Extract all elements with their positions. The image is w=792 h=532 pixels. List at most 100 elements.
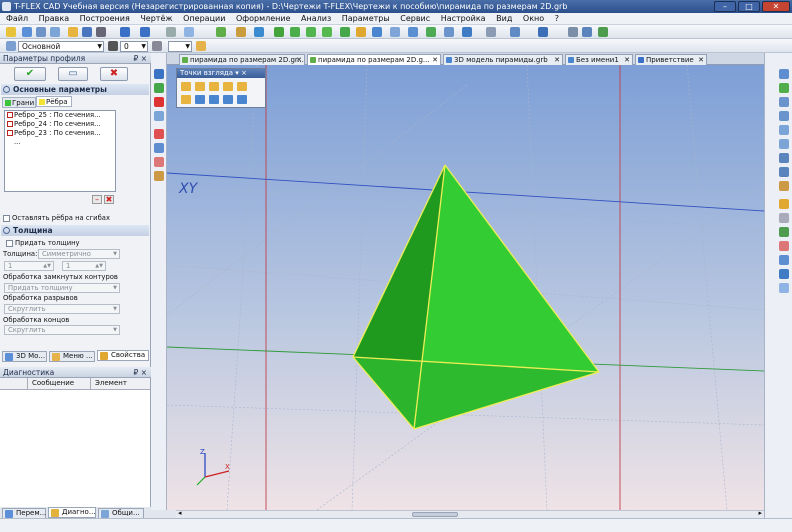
doc-tab-5[interactable]: Приветствие ✕ xyxy=(635,54,707,65)
render-icon[interactable] xyxy=(598,27,608,37)
menu-annotation[interactable]: Оформление xyxy=(236,14,291,23)
view-back-icon[interactable] xyxy=(195,82,205,91)
array-icon[interactable] xyxy=(390,27,400,37)
save-icon[interactable] xyxy=(82,27,92,37)
light-icon[interactable] xyxy=(779,269,789,279)
list-more[interactable]: ... xyxy=(5,138,115,147)
scroll-right-icon[interactable]: ▸ xyxy=(758,509,762,517)
library-icon[interactable] xyxy=(568,27,578,37)
zoom-prev-icon[interactable] xyxy=(779,153,789,163)
vertex-icon[interactable] xyxy=(154,157,164,167)
doc-tab-3[interactable]: 3D модель пирамиды.grb ✕ xyxy=(443,54,563,65)
new-3d-icon[interactable] xyxy=(36,27,46,37)
column-element[interactable]: Элемент xyxy=(90,378,127,389)
open-icon[interactable] xyxy=(68,27,78,37)
remove-icon[interactable]: – xyxy=(92,195,102,204)
fillet-icon[interactable] xyxy=(356,27,366,37)
line-icon[interactable] xyxy=(166,27,176,37)
zoom-in-icon[interactable] xyxy=(779,97,789,107)
edges-list[interactable]: Ребро_25 : По сечения... Ребро_24 : По с… xyxy=(4,110,116,192)
close-icon[interactable]: ✕ xyxy=(698,55,704,65)
zoom-window-icon[interactable] xyxy=(779,69,789,79)
minimize-button[interactable]: – xyxy=(714,1,736,12)
body-icon[interactable] xyxy=(426,27,436,37)
menu-help[interactable]: ? xyxy=(555,14,559,23)
scroll-thumb[interactable] xyxy=(412,512,458,517)
list-item[interactable]: Ребро_23 : По сечения... xyxy=(5,129,115,138)
camera-icon[interactable] xyxy=(779,283,789,293)
tab-edges[interactable]: Рёбра xyxy=(36,96,72,107)
cancel-button[interactable]: ✖ xyxy=(100,67,128,81)
body-select-icon[interactable] xyxy=(154,171,164,181)
view-iso3-icon[interactable] xyxy=(223,95,233,104)
keep-edges-checkbox[interactable] xyxy=(3,215,10,222)
hidden-lines-icon[interactable] xyxy=(779,227,789,237)
pan-icon[interactable] xyxy=(779,83,789,93)
close-icon[interactable]: ✕ xyxy=(432,55,438,65)
new-document-icon[interactable] xyxy=(22,27,32,37)
model-icon[interactable] xyxy=(582,27,592,37)
closed-contours-select[interactable]: Придать толщину ▼ xyxy=(4,283,120,293)
maximize-button[interactable]: □ xyxy=(738,1,760,12)
cancel-op-icon[interactable] xyxy=(154,97,164,107)
new-icon[interactable] xyxy=(6,27,16,37)
zoom-next-icon[interactable] xyxy=(779,167,789,177)
thickness-2-input[interactable]: 1 ▲▼ xyxy=(62,261,106,271)
layer-select[interactable]: Основной ▼ xyxy=(18,41,104,52)
thickness-section[interactable]: ˄ Толщина xyxy=(1,225,149,236)
view-front-icon[interactable] xyxy=(181,82,191,91)
delete-all-icon[interactable]: ✖ xyxy=(104,195,114,204)
menu-construct[interactable]: Построения xyxy=(80,14,130,23)
undo-icon[interactable] xyxy=(120,27,130,37)
priority-icon[interactable] xyxy=(152,41,162,51)
loft-icon[interactable] xyxy=(306,27,316,37)
view-right-icon[interactable] xyxy=(223,82,233,91)
view-left-icon[interactable] xyxy=(209,82,219,91)
new-assembly-icon[interactable] xyxy=(50,27,60,37)
color-picker-icon[interactable] xyxy=(196,41,206,51)
edge-select-icon[interactable] xyxy=(154,143,164,153)
scroll-left-icon[interactable]: ◂ xyxy=(178,509,182,517)
select-icon[interactable] xyxy=(154,83,164,93)
preview-button[interactable]: ▭ xyxy=(58,67,88,81)
grid-icon[interactable] xyxy=(184,27,194,37)
column-message[interactable]: Сообщение xyxy=(32,378,74,389)
close-button[interactable]: ✕ xyxy=(762,1,790,12)
doc-tab-4[interactable]: Без имени1 ✕ xyxy=(565,54,633,65)
tab-3d-model[interactable]: 3D Мо... xyxy=(2,351,47,362)
variables-icon[interactable] xyxy=(538,27,548,37)
panel-pin-icon[interactable]: ₽ × xyxy=(134,53,147,64)
node-icon[interactable] xyxy=(236,27,246,37)
ends-select[interactable]: Скруглить ▼ xyxy=(4,325,120,335)
tab-diagnostics[interactable]: Диагно... xyxy=(48,507,96,518)
main-params-section[interactable]: ˄ Основные параметры xyxy=(1,84,149,95)
redo-icon[interactable] xyxy=(140,27,150,37)
sweep-icon[interactable] xyxy=(322,27,332,37)
doc-tab-1[interactable]: пирамида по размерам 2D.gr... ✕ xyxy=(179,54,305,65)
tab-menu[interactable]: Меню ... xyxy=(49,351,95,362)
level-select[interactable]: 0 ▼ xyxy=(120,41,148,52)
ok-button[interactable]: ✔ xyxy=(14,67,46,81)
sketch-icon[interactable] xyxy=(254,27,264,37)
line-type-select[interactable]: ▼ xyxy=(168,41,192,52)
perspective-icon[interactable] xyxy=(779,241,789,251)
filter-icon[interactable] xyxy=(154,111,164,121)
extrude-icon[interactable] xyxy=(274,27,284,37)
close-icon[interactable]: ✕ xyxy=(554,55,560,65)
zoom-all-icon[interactable] xyxy=(779,125,789,135)
viewpoints-title[interactable]: Точки взгляда ▾ × xyxy=(177,69,265,78)
menu-parameters[interactable]: Параметры xyxy=(342,14,390,23)
shell-icon[interactable] xyxy=(372,27,382,37)
horizontal-scrollbar[interactable]: ◂ ▸ xyxy=(176,509,764,518)
print-icon[interactable] xyxy=(96,27,106,37)
zoom-out-icon[interactable] xyxy=(779,111,789,121)
wireframe-icon[interactable] xyxy=(779,213,789,223)
panel-pin-icon[interactable]: ₽ × xyxy=(134,367,147,378)
menu-settings[interactable]: Настройка xyxy=(441,14,486,23)
3d-viewport[interactable]: XY Z X xyxy=(167,65,764,510)
calc-icon[interactable] xyxy=(486,27,496,37)
rotate-icon[interactable] xyxy=(290,27,300,37)
list-item[interactable]: Ребро_24 : По сечения... xyxy=(5,120,115,129)
face-icon[interactable] xyxy=(154,129,164,139)
gaps-select[interactable]: Скруглить ▼ xyxy=(4,304,120,314)
